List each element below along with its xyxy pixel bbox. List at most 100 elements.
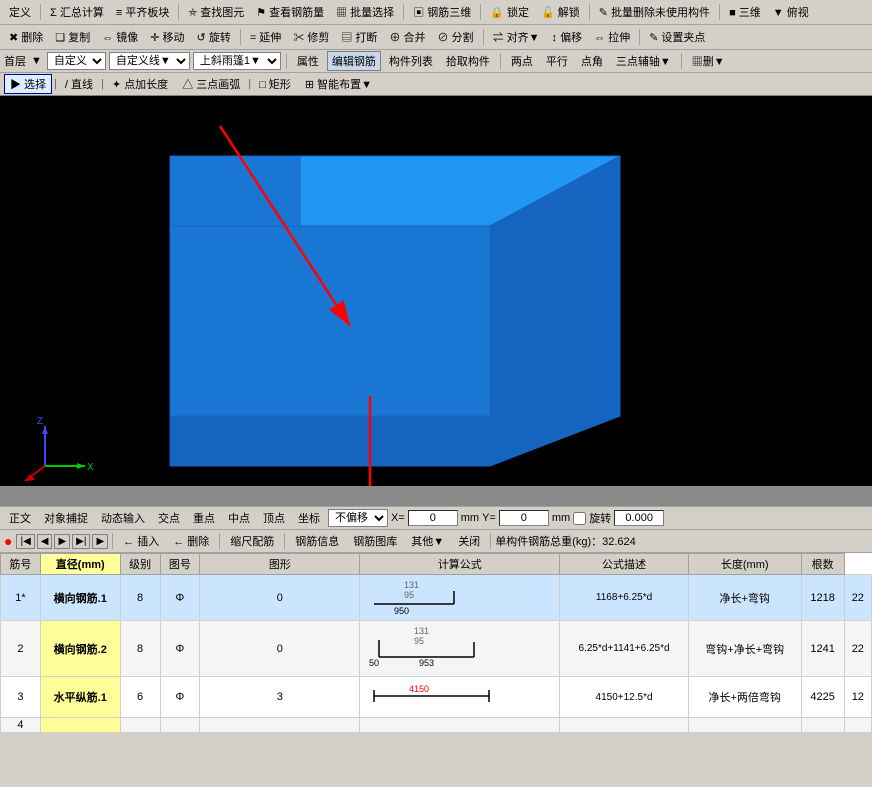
- sep2: [178, 4, 179, 20]
- intersection-btn[interactable]: 交点: [153, 508, 185, 528]
- toolbar-row-1: 定义 Σ 汇总计算 ≡ 平齐板块 ⛤ 查找图元 ⚑ 查看钢筋量 ▦ 批量选择 ▣…: [0, 0, 872, 25]
- rect-btn[interactable]: □ 矩形: [253, 74, 297, 94]
- stretch-btn[interactable]: ⇔ 拉伸: [589, 27, 635, 47]
- cell-figno-1: 0: [200, 575, 360, 621]
- sep5: [589, 4, 590, 20]
- nav-play-btn[interactable]: ▶: [54, 534, 70, 549]
- offset-select[interactable]: 不偏移▼: [328, 509, 388, 527]
- unlock-btn[interactable]: 🔓 解锁: [536, 2, 585, 22]
- del-part-btn[interactable]: ▦删▼: [687, 51, 730, 71]
- table-row[interactable]: 4: [1, 718, 872, 733]
- cell-count-3: 12: [844, 677, 871, 718]
- sep11: [500, 53, 501, 69]
- rebar-toolbar: ● |◀ ◀ ▶ ▶| ▶ ← 插入 ← 删除 缩尺配筋 钢筋信息 钢筋图库 其…: [0, 530, 872, 553]
- insert-btn[interactable]: ← 插入: [117, 531, 165, 551]
- parallel-btn[interactable]: 平行: [541, 51, 573, 71]
- cell-length-1: 1218: [801, 575, 844, 621]
- nav-prev-btn[interactable]: ◀: [37, 534, 53, 549]
- line-select[interactable]: 自定义线▼: [109, 52, 190, 70]
- x-input[interactable]: [408, 510, 458, 526]
- col-header-count: 根数: [801, 554, 844, 575]
- del-rebar-btn[interactable]: ← 删除: [167, 531, 215, 551]
- find-btn[interactable]: ⛤ 查找图元: [183, 2, 249, 22]
- sep7: [240, 29, 241, 45]
- setgrip-btn[interactable]: ✎ 设置夹点: [644, 27, 710, 47]
- cell-diam-2: 8: [120, 621, 160, 677]
- edit-rebar-btn[interactable]: 编辑钢筋: [327, 51, 381, 71]
- cell-count-2: 22: [844, 621, 871, 677]
- svg-text:Z: Z: [37, 416, 43, 427]
- vertex-btn[interactable]: 顶点: [258, 508, 290, 528]
- table-row[interactable]: 2 横向钢筋.2 8 Φ 0 131 95 50 953: [1, 621, 872, 677]
- lock-btn[interactable]: 🔒 锁定: [485, 2, 534, 22]
- y-input[interactable]: [499, 510, 549, 526]
- center-btn[interactable]: 中点: [223, 508, 255, 528]
- cell-level-4: [160, 718, 200, 733]
- scale-btn[interactable]: 缩尺配筋: [224, 531, 280, 551]
- view-rebar-btn[interactable]: ⚑ 查看钢筋量: [251, 2, 329, 22]
- nav-next-btn[interactable]: ▶|: [72, 534, 90, 549]
- mirror-btn[interactable]: ⇔ 镜像: [97, 27, 143, 47]
- cell-formula-4: [560, 718, 688, 733]
- three-point-btn[interactable]: 三点辅轴▼: [611, 51, 676, 71]
- table-row[interactable]: 1* 横向钢筋.1 8 Φ 0 131 95 950: [1, 575, 872, 621]
- part-list-btn[interactable]: 构件列表: [384, 51, 438, 71]
- svg-text:95: 95: [404, 590, 414, 600]
- rebar-diagram-btn[interactable]: 钢筋图库: [347, 531, 403, 551]
- coord-btn[interactable]: 坐标: [293, 508, 325, 528]
- rotate-input[interactable]: [614, 510, 664, 526]
- sep8: [483, 29, 484, 45]
- dynamic-input-btn[interactable]: 动态输入: [96, 508, 150, 528]
- point-length-btn[interactable]: ✦ 点加长度: [106, 74, 174, 94]
- nav-first-btn[interactable]: |◀: [16, 534, 34, 549]
- rebar-table: 筋号 直径(mm) 级别 图号 图形 计算公式 公式描述 长度(mm) 根数 1…: [0, 553, 872, 733]
- offset-btn[interactable]: ↕ 偏移: [547, 27, 588, 47]
- text-mode-btn[interactable]: 正文: [4, 508, 36, 528]
- batch-delete-btn[interactable]: ✎ 批量删除未使用构件: [594, 2, 715, 22]
- batch-select-btn[interactable]: ▦ 批量选择: [331, 2, 399, 22]
- cell-name-3: 水平纵筋.1: [40, 677, 120, 718]
- toolbar-row-2: ✖ 删除 ❑ 复制 ⇔ 镜像 ✛ 移动 ↺ 旋转 = 延伸 ✂ 修剪 ▤ 打断 …: [0, 25, 872, 50]
- custom-select[interactable]: 自定义: [47, 52, 106, 70]
- copy-btn[interactable]: ❑ 复制: [50, 27, 95, 47]
- pick-part-btn[interactable]: 拾取构件: [441, 51, 495, 71]
- sep4: [480, 4, 481, 20]
- slope-select[interactable]: 上斜雨篷1▼: [193, 52, 281, 70]
- rebar-info-btn[interactable]: 钢筋信息: [289, 531, 345, 551]
- delete-btn[interactable]: ✖ 删除: [4, 27, 48, 47]
- point-angle-btn[interactable]: 点角: [576, 51, 608, 71]
- split-btn[interactable]: ⊘ 分割: [433, 27, 479, 47]
- cell-desc-2: 弯钩+净长+弯钩: [688, 621, 801, 677]
- 3d-btn[interactable]: ■ 三维: [724, 2, 766, 22]
- arc-btn[interactable]: △ 三点画弧: [176, 74, 246, 94]
- align-btn2[interactable]: ⇌ 对齐▼: [488, 27, 545, 47]
- line-btn[interactable]: / 直线: [59, 74, 99, 94]
- table-row[interactable]: 3 水平纵筋.1 6 Φ 3 4150 4150+12.5*d 净长+: [1, 677, 872, 718]
- move-btn[interactable]: ✛ 移动: [145, 27, 189, 47]
- smart-layout-btn[interactable]: ⊞ 智能布置▼: [299, 74, 378, 94]
- sigma-btn[interactable]: Σ 汇总计算: [45, 2, 109, 22]
- rotate-checkbox[interactable]: [573, 512, 586, 525]
- nav-end-btn[interactable]: ▶: [92, 534, 108, 549]
- define-btn[interactable]: 定义: [4, 2, 36, 22]
- rotate-btn[interactable]: ↺ 旋转: [192, 27, 236, 47]
- close-btn[interactable]: 关闭: [452, 531, 486, 551]
- cell-id-3: 3: [1, 677, 41, 718]
- cell-shape-4: [360, 718, 560, 733]
- col-header-shape: 图形: [200, 554, 360, 575]
- extend-btn[interactable]: = 延伸: [245, 27, 286, 47]
- merge-btn[interactable]: ⊕ 合并: [384, 27, 430, 47]
- two-point-btn[interactable]: 两点: [506, 51, 538, 71]
- property-btn[interactable]: 属性: [292, 51, 324, 71]
- x-unit: mm: [461, 512, 479, 524]
- break-btn[interactable]: ▤ 打断: [336, 27, 382, 47]
- midpoint-btn[interactable]: 重点: [188, 508, 220, 528]
- snap-btn[interactable]: 对象捕捉: [39, 508, 93, 528]
- total-weight: 单构件钢筋总重(kg)：32.624: [495, 533, 636, 549]
- rebar-3d-btn[interactable]: ▣ 钢筋三维: [408, 2, 476, 22]
- other-btn[interactable]: 其他▼: [405, 531, 450, 551]
- trim-btn[interactable]: ✂ 修剪: [288, 27, 334, 47]
- top-view-btn[interactable]: ▼ 俯视: [768, 2, 814, 22]
- select-btn[interactable]: ▶ 选择: [4, 74, 52, 94]
- align-btn[interactable]: ≡ 平齐板块: [111, 2, 174, 22]
